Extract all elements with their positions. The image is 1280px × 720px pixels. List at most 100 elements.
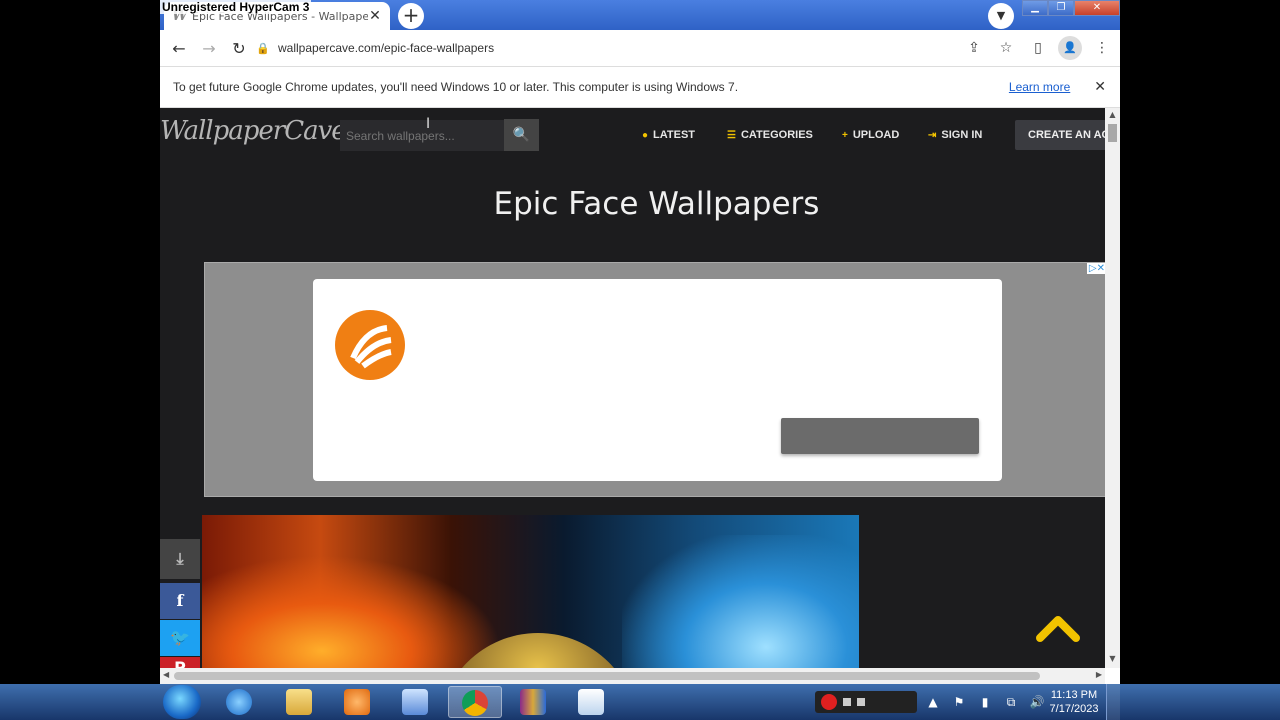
show-desktop-button[interactable]	[1106, 684, 1120, 720]
site-logo[interactable]: WallpaperCave	[160, 116, 347, 146]
start-button[interactable]	[163, 685, 201, 719]
nav-upload-label: UPLOAD	[852, 129, 900, 141]
twitter-share-button[interactable]: 🐦	[160, 620, 200, 656]
ad-card[interactable]	[313, 279, 1002, 481]
site-header: WallpaperCave 🔍 ● LATEST ☰ CATEGORIES + UPL…	[160, 108, 1105, 162]
infobar-message: To get future Google Chrome updates, you…	[173, 80, 739, 94]
scroll-right-icon[interactable]: ▶	[1096, 670, 1102, 679]
taskbar-explorer[interactable]	[272, 686, 326, 718]
horizontal-scroll-thumb[interactable]	[174, 672, 1040, 680]
ad-cta-button[interactable]	[781, 418, 979, 454]
search-button[interactable]: 🔍	[504, 119, 539, 151]
chrome-icon	[462, 690, 488, 716]
chevron-down-icon[interactable]: ▼	[988, 3, 1014, 29]
recording-controls[interactable]	[815, 691, 917, 713]
address-bar[interactable]: 🔒 wallpapercave.com/epic-face-wallpapers	[256, 34, 992, 62]
taskbar-media[interactable]	[330, 686, 384, 718]
create-account-button[interactable]: CREATE AN AC	[1015, 120, 1105, 150]
nav-latest-label: LATEST	[653, 129, 696, 141]
windows-taskbar: ▲ ⚑ ▮ ⧉ 🔊 11:13 PM 7/17/2023	[0, 684, 1280, 720]
nav-sign-in[interactable]: ⇥ SIGN IN	[928, 108, 982, 162]
folder-icon	[286, 689, 312, 715]
download-button[interactable]: ⤓	[160, 539, 200, 579]
side-panel-icon[interactable]: ▯	[1026, 36, 1050, 60]
plus-icon: +	[842, 129, 848, 141]
lock-icon[interactable]: 🔒	[256, 42, 278, 55]
window-controls: ▁ ❐ ✕	[1022, 0, 1120, 18]
browser-window: W Epic Face Wallpapers - Wallpaper ✕ + ▼…	[160, 0, 1120, 684]
advertisement[interactable]: ▷✕	[204, 262, 1105, 497]
tab-close-icon[interactable]: ✕	[368, 8, 382, 24]
browser-toolbar: ← → ↻ 🔒 wallpapercave.com/epic-face-wall…	[160, 30, 1120, 66]
vertical-scrollbar[interactable]: ▲ ▼	[1105, 108, 1120, 668]
record-window-icon[interactable]	[857, 698, 865, 706]
facebook-share-button[interactable]: f	[160, 583, 200, 619]
share-icon[interactable]: ⇪	[962, 36, 986, 60]
ice-graphic	[622, 535, 859, 668]
paint-icon	[578, 689, 604, 715]
winrar-icon	[520, 689, 546, 715]
url-text[interactable]: wallpapercave.com/epic-face-wallpapers	[278, 41, 494, 55]
close-window-button[interactable]: ✕	[1074, 0, 1120, 16]
network-icon[interactable]: ⧉	[1001, 695, 1021, 710]
screen: Unregistered HyperCam 3 W Epic Face Wall…	[0, 0, 1280, 720]
clock-time: 11:13 PM	[1050, 689, 1098, 701]
show-hidden-icons-icon[interactable]: ▲	[923, 695, 943, 709]
chevron-up-icon	[1036, 616, 1080, 642]
volume-icon[interactable]: 🔊	[1027, 695, 1047, 709]
profile-icon[interactable]: 👤	[1058, 36, 1082, 60]
toolbar-icons: ⇪ ☆ ▯ 👤 ⋮	[962, 36, 1114, 60]
new-tab-button[interactable]: +	[398, 3, 424, 29]
scroll-left-icon[interactable]: ◀	[163, 670, 169, 679]
clock-date: 7/17/2023	[1049, 703, 1099, 715]
vertical-scroll-thumb[interactable]	[1108, 124, 1117, 142]
forward-button[interactable]: →	[194, 39, 224, 58]
battery-icon[interactable]: ▮	[975, 695, 995, 709]
update-infobar: To get future Google Chrome updates, you…	[160, 66, 1120, 108]
sign-in-icon: ⇥	[928, 129, 937, 141]
ad-choices-icon[interactable]: ▷✕	[1086, 263, 1105, 274]
wallpaper-preview[interactable]	[202, 515, 859, 668]
star-icon[interactable]: ☆	[994, 36, 1018, 60]
taskbar-control-panel[interactable]	[388, 686, 442, 718]
recording-watermark: Unregistered HyperCam 3	[160, 0, 312, 14]
nav-categories-label: CATEGORIES	[740, 129, 813, 141]
maximize-button[interactable]: ❐	[1048, 0, 1074, 16]
learn-more-link[interactable]: Learn more	[1009, 80, 1070, 94]
reload-button[interactable]: ↻	[224, 39, 254, 58]
pinterest-share-button[interactable]: P	[160, 657, 200, 668]
taskbar-ie[interactable]	[212, 686, 266, 718]
search-icon: 🔍	[512, 127, 531, 143]
horizontal-scrollbar[interactable]: ◀ ▶	[160, 668, 1105, 684]
list-icon: ☰	[727, 129, 736, 141]
minimize-button[interactable]: ▁	[1022, 0, 1048, 16]
back-button[interactable]: ←	[164, 39, 194, 58]
pause-record-icon[interactable]	[821, 694, 837, 710]
page-content: WallpaperCave 🔍 ● LATEST ☰ CATEGORIES + UPL…	[160, 108, 1105, 668]
nav-categories[interactable]: ☰ CATEGORIES	[727, 108, 813, 162]
media-player-icon	[344, 689, 370, 715]
scroll-up-icon[interactable]: ▲	[1105, 110, 1120, 122]
stop-record-icon[interactable]	[843, 698, 851, 706]
action-center-flag-icon[interactable]: ⚑	[949, 695, 969, 709]
scroll-to-top-button[interactable]	[1036, 614, 1080, 642]
clock-icon: ●	[642, 129, 649, 141]
text-cursor-icon: I	[426, 116, 431, 132]
scroll-down-icon[interactable]: ▼	[1105, 654, 1120, 666]
search-input[interactable]	[340, 120, 504, 151]
control-panel-icon	[402, 689, 428, 715]
infobar-close-icon[interactable]: ✕	[1094, 79, 1106, 95]
internet-explorer-icon	[226, 689, 252, 715]
taskbar-paint[interactable]	[564, 686, 618, 718]
taskbar-winrar[interactable]	[506, 686, 560, 718]
nav-upload[interactable]: + UPLOAD	[842, 108, 899, 162]
kebab-menu-icon[interactable]: ⋮	[1090, 36, 1114, 60]
page-title: Epic Face Wallpapers	[493, 186, 820, 222]
taskbar-clock[interactable]: 11:13 PM 7/17/2023	[1046, 688, 1102, 716]
taskbar-chrome[interactable]	[448, 686, 502, 718]
nav-latest[interactable]: ● LATEST	[642, 108, 695, 162]
fire-graphic	[202, 555, 502, 668]
ad-logo-icon	[335, 310, 405, 380]
system-tray: ▲ ⚑ ▮ ⧉ 🔊	[815, 688, 1047, 716]
nav-sign-in-label: SIGN IN	[941, 129, 983, 141]
